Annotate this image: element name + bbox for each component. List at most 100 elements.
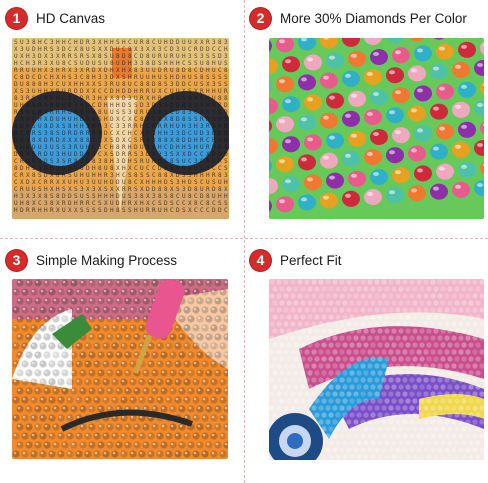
diamond-drills-photo xyxy=(269,38,484,219)
svg-text:C: C xyxy=(98,151,102,158)
perfect-fit-photo xyxy=(269,279,484,460)
svg-text:C: C xyxy=(176,193,180,200)
svg-text:3: 3 xyxy=(152,109,156,116)
svg-text:8: 8 xyxy=(26,81,30,88)
step-number-badge: 2 xyxy=(250,7,271,29)
svg-text:S: S xyxy=(62,123,66,130)
svg-text:C: C xyxy=(152,172,156,179)
svg-text:S: S xyxy=(74,186,78,193)
svg-text:H: H xyxy=(26,165,30,172)
svg-text:X: X xyxy=(146,95,150,102)
svg-text:H: H xyxy=(176,60,180,67)
svg-text:D: D xyxy=(164,179,168,186)
svg-text:C: C xyxy=(134,53,138,60)
svg-text:U: U xyxy=(68,179,72,186)
svg-text:S: S xyxy=(116,39,120,46)
svg-text:3: 3 xyxy=(44,144,48,151)
svg-text:S: S xyxy=(188,116,192,123)
svg-text:3: 3 xyxy=(146,137,150,144)
svg-text:8: 8 xyxy=(50,200,54,207)
svg-text:3: 3 xyxy=(32,193,36,200)
svg-text:X: X xyxy=(116,74,120,81)
svg-text:8: 8 xyxy=(224,67,228,74)
svg-text:S: S xyxy=(74,60,78,67)
feature-panel-more-diamonds: 2 More 30% Diamonds Per Color xyxy=(244,0,488,241)
svg-text:R: R xyxy=(86,130,90,137)
svg-text:D: D xyxy=(122,95,126,102)
svg-text:R: R xyxy=(206,116,210,123)
svg-text:H: H xyxy=(218,193,222,200)
svg-text:R: R xyxy=(206,123,210,130)
svg-text:H: H xyxy=(104,102,108,109)
svg-text:X: X xyxy=(68,81,72,88)
svg-text:H: H xyxy=(134,207,138,214)
svg-text:8: 8 xyxy=(188,95,192,102)
svg-text:R: R xyxy=(110,81,114,88)
svg-text:C: C xyxy=(218,165,222,172)
svg-text:X: X xyxy=(146,193,150,200)
svg-text:H: H xyxy=(44,186,48,193)
svg-text:S: S xyxy=(194,53,198,60)
svg-text:8: 8 xyxy=(98,109,102,116)
svg-text:C: C xyxy=(200,200,204,207)
svg-text:H: H xyxy=(26,116,30,123)
svg-text:X: X xyxy=(110,95,114,102)
svg-text:U: U xyxy=(116,81,120,88)
svg-text:C: C xyxy=(32,116,36,123)
svg-text:C: C xyxy=(164,46,168,53)
svg-text:3: 3 xyxy=(80,158,84,165)
svg-text:3: 3 xyxy=(164,151,168,158)
svg-text:U: U xyxy=(62,207,66,214)
svg-text:S: S xyxy=(194,179,198,186)
svg-text:8: 8 xyxy=(92,158,96,165)
svg-text:U: U xyxy=(122,193,126,200)
svg-text:D: D xyxy=(224,130,228,137)
svg-text:U: U xyxy=(182,158,186,165)
svg-text:H: H xyxy=(50,74,54,81)
svg-text:S: S xyxy=(110,137,114,144)
svg-text:S: S xyxy=(98,60,102,67)
svg-text:U: U xyxy=(20,81,24,88)
svg-text:3: 3 xyxy=(92,186,96,193)
svg-text:H: H xyxy=(50,165,54,172)
svg-text:S: S xyxy=(128,193,132,200)
svg-text:D: D xyxy=(80,151,84,158)
svg-text:8: 8 xyxy=(188,67,192,74)
svg-text:S: S xyxy=(134,151,138,158)
svg-text:C: C xyxy=(104,144,108,151)
svg-text:H: H xyxy=(140,200,144,207)
svg-text:H: H xyxy=(62,74,66,81)
svg-text:R: R xyxy=(104,172,108,179)
svg-text:U: U xyxy=(158,158,162,165)
svg-text:X: X xyxy=(14,46,18,53)
svg-text:C: C xyxy=(14,172,18,179)
svg-text:S: S xyxy=(68,74,72,81)
svg-text:H: H xyxy=(116,88,120,95)
svg-text:R: R xyxy=(74,95,78,102)
svg-text:C: C xyxy=(14,179,18,186)
svg-text:R: R xyxy=(128,151,132,158)
svg-text:R: R xyxy=(86,39,90,46)
svg-text:R: R xyxy=(74,109,78,116)
svg-text:R: R xyxy=(14,109,18,116)
svg-text:3: 3 xyxy=(98,74,102,81)
svg-text:H: H xyxy=(38,46,42,53)
svg-text:S: S xyxy=(206,109,210,116)
svg-text:8: 8 xyxy=(206,193,210,200)
svg-text:S: S xyxy=(38,130,42,137)
svg-text:R: R xyxy=(158,95,162,102)
svg-text:8: 8 xyxy=(32,102,36,109)
svg-text:D: D xyxy=(122,158,126,165)
svg-text:8: 8 xyxy=(206,60,210,67)
svg-text:U: U xyxy=(32,67,36,74)
svg-text:U: U xyxy=(188,39,192,46)
svg-text:H: H xyxy=(38,88,42,95)
svg-text:R: R xyxy=(146,88,150,95)
svg-text:X: X xyxy=(38,137,42,144)
svg-text:R: R xyxy=(128,186,132,193)
svg-text:U: U xyxy=(50,151,54,158)
svg-text:H: H xyxy=(110,67,114,74)
svg-text:X: X xyxy=(188,207,192,214)
svg-text:U: U xyxy=(104,60,108,67)
svg-text:S: S xyxy=(158,60,162,67)
